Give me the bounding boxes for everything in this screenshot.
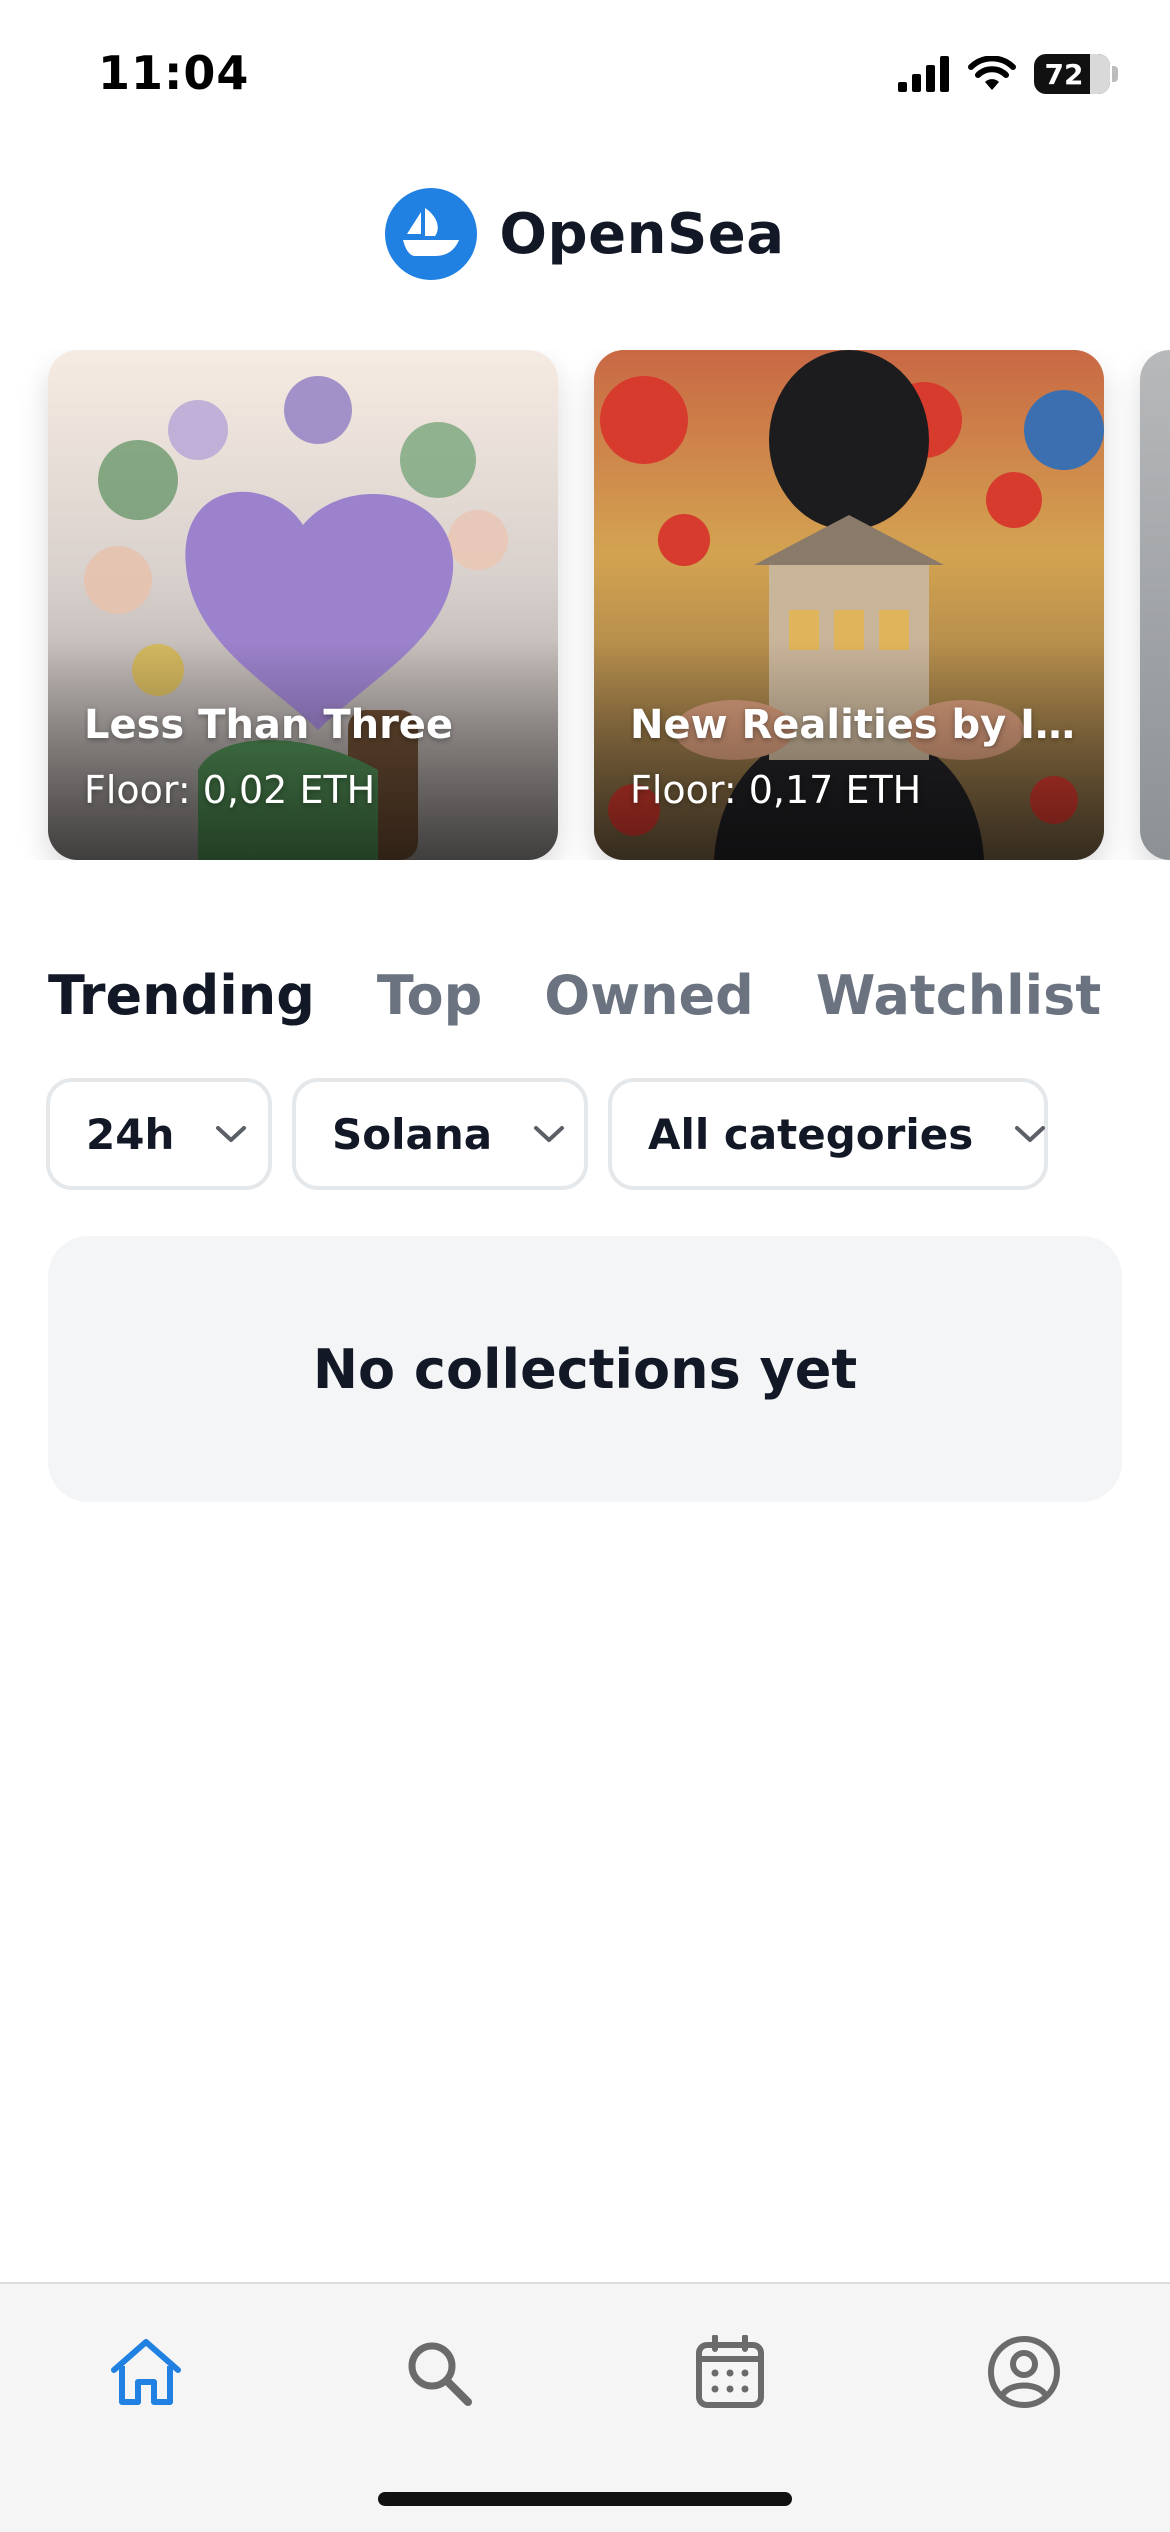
featured-card[interactable]: Less Than Three Floor: 0,02 ETH [48, 350, 558, 860]
featured-card[interactable]: New Realities by In... Floor: 0,17 ETH [594, 350, 1104, 860]
featured-carousel[interactable]: Less Than Three Floor: 0,02 ETH New Real… [0, 350, 1170, 860]
battery-tip [1112, 66, 1118, 82]
filter-bar: 24h Solana All categories [46, 1078, 1048, 1190]
home-indicator [378, 2492, 792, 2506]
tab-top[interactable]: Top [377, 964, 482, 1027]
signal-icon [898, 56, 949, 92]
featured-card-partial[interactable] [1140, 350, 1170, 860]
calendar-icon [696, 2335, 764, 2408]
card-gradient [48, 640, 558, 860]
period-dropdown[interactable]: 24h [46, 1078, 272, 1190]
card-gradient [594, 640, 1104, 860]
opensea-logo-icon [385, 188, 478, 280]
search-icon [408, 2342, 472, 2406]
wifi-icon [968, 56, 1016, 90]
chain-value: Solana [332, 1109, 493, 1159]
tab-trending[interactable]: Trending [48, 964, 315, 1027]
category-dropdown[interactable]: All categories [608, 1078, 1048, 1190]
battery-icon: 72 [1034, 54, 1110, 94]
status-icons: 72 [898, 52, 1118, 96]
nav-profile[interactable] [984, 2332, 1064, 2412]
floor-price: Floor: 0,02 ETH [84, 768, 376, 812]
nav-search[interactable] [398, 2332, 478, 2412]
status-bar: 11:04 72 [0, 0, 1170, 150]
app-header: OpenSea [0, 186, 1170, 282]
collection-name: Less Than Three [84, 702, 454, 748]
chevron-down-icon [216, 1126, 247, 1142]
chevron-down-icon [1015, 1126, 1046, 1142]
status-time: 11:04 [98, 46, 250, 100]
category-value: All categories [648, 1109, 974, 1159]
nav-calendar[interactable] [690, 2332, 770, 2412]
empty-state-message: No collections yet [312, 1337, 858, 1401]
battery-level: 72 [1044, 57, 1084, 91]
tab-watchlist[interactable]: Watchlist [816, 964, 1101, 1027]
tab-owned[interactable]: Owned [544, 964, 754, 1027]
nav-home[interactable] [106, 2332, 186, 2412]
empty-state: No collections yet [48, 1236, 1122, 1502]
profile-icon [988, 2336, 1060, 2408]
floor-price: Floor: 0,17 ETH [630, 768, 922, 812]
chevron-down-icon [534, 1126, 565, 1142]
period-value: 24h [86, 1109, 175, 1159]
home-icon [111, 2339, 181, 2405]
collection-name: New Realities by In... [630, 702, 1080, 748]
app-title: OpenSea [499, 201, 785, 267]
collection-tabs: Trending Top Owned Watchlist [48, 960, 1101, 1030]
chain-dropdown[interactable]: Solana [292, 1078, 588, 1190]
